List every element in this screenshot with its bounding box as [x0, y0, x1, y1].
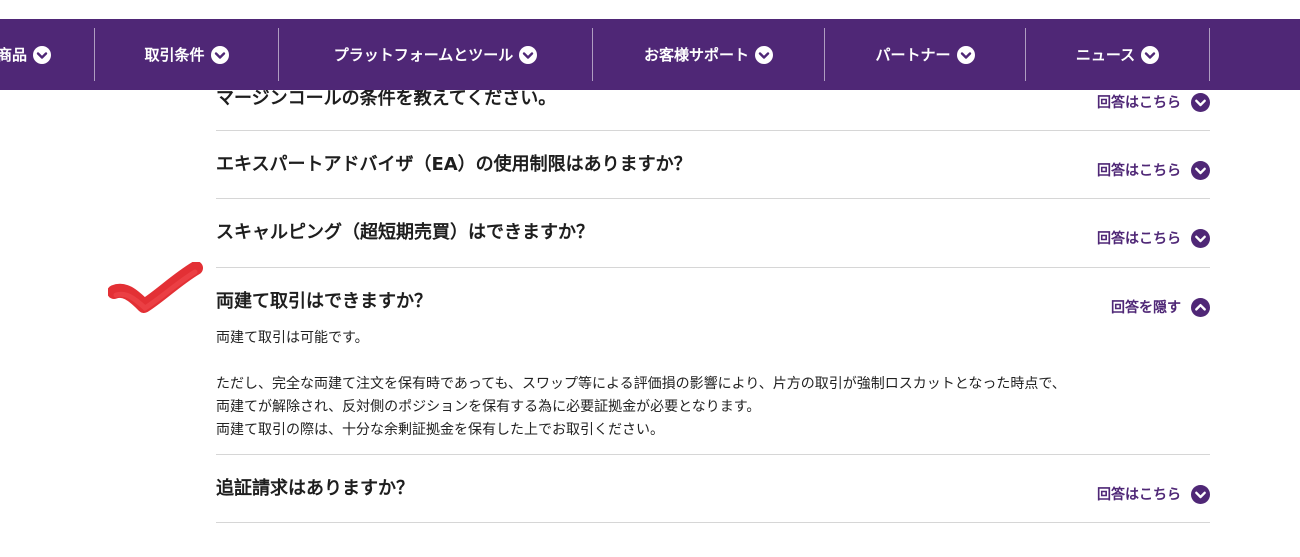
check-mark-icon [108, 262, 203, 313]
nav-item-partners[interactable]: パートナー [825, 19, 1025, 90]
chevron-down-icon [1191, 92, 1210, 112]
faq-answer: 両建て取引は可能です。 ただし、完全な両建て注文を保有時であっても、スワップ等に… [216, 327, 1216, 442]
nav-item-label: お客様サポート [643, 46, 749, 64]
faq-item[interactable]: スキャルピング（超短期売買）はできますか？ 回答はこちら [216, 218, 1210, 258]
nav-divider [1209, 28, 1210, 81]
faq-item[interactable]: エキスパートアドバイザ（EA）の使用制限はありますか？ 回答はこちら [216, 150, 1210, 190]
chevron-down-icon [1191, 484, 1210, 504]
answer-line: 両建てが解除され、反対側のポジションを保有する為に必要証拠金が必要となります。 [216, 399, 761, 415]
main-nav: 商品 取引条件 プラットフォームとツール お客様サポート パートナー ニュース [0, 19, 1300, 90]
faq-toggle-button[interactable]: 回答を隠す [1111, 297, 1210, 317]
chevron-down-icon [519, 45, 538, 64]
faq-toggle-button[interactable]: 回答はこちら [1097, 228, 1210, 248]
faq-toggle-button[interactable]: 回答はこちら [1097, 160, 1210, 180]
faq-divider [216, 198, 1210, 199]
faq-item[interactable]: マージンコールの条件を教えてください。 回答はこちら [216, 84, 1210, 124]
faq-toggle-label: 回答はこちら [1097, 231, 1181, 247]
nav-item-products[interactable]: 商品 [0, 19, 56, 90]
nav-item-customer-support[interactable]: お客様サポート [593, 19, 824, 90]
faq-question: スキャルピング（超短期売買）はできますか？ [216, 222, 594, 243]
nav-item-label: 商品 [0, 46, 27, 64]
faq-question: 追証請求はありますか？ [216, 478, 414, 499]
nav-item-platforms-tools[interactable]: プラットフォームとツール [279, 19, 592, 90]
faq-toggle-button[interactable]: 回答はこちら [1097, 484, 1210, 504]
faq-toggle-label: 回答はこちら [1097, 487, 1181, 503]
faq-question: 両建て取引はできますか？ [216, 291, 432, 312]
answer-line: ただし、完全な両建て注文を保有時であっても、スワップ等による評価損の影響により、… [216, 376, 1066, 392]
faq-divider [216, 454, 1210, 455]
chevron-down-icon [33, 45, 51, 64]
nav-item-news[interactable]: ニュース [1026, 19, 1209, 90]
faq-item-expanded[interactable]: 両建て取引はできますか？ 回答を隠す [216, 287, 1210, 323]
faq-toggle-label: 回答はこちら [1097, 95, 1181, 111]
faq-item[interactable]: 追証請求はありますか？ 回答はこちら [216, 474, 1210, 514]
faq-toggle-button[interactable]: 回答はこちら [1097, 92, 1210, 112]
chevron-down-icon [755, 45, 773, 64]
faq-divider [216, 522, 1210, 523]
chevron-down-icon [1141, 45, 1160, 64]
nav-item-label: ニュース [1075, 46, 1136, 64]
chevron-down-icon [210, 45, 229, 64]
chevron-down-icon [1191, 228, 1210, 248]
page: 商品 取引条件 プラットフォームとツール お客様サポート パートナー ニュース [0, 0, 1300, 557]
faq-divider [216, 267, 1210, 268]
nav-item-label: 取引条件 [144, 46, 205, 64]
answer-line: 両建て取引の際は、十分な余剰証拠金を保有した上でお取引ください。 [216, 422, 664, 438]
faq-divider [216, 130, 1210, 131]
faq-toggle-label: 回答を隠す [1111, 300, 1181, 316]
nav-item-trading-conditions[interactable]: 取引条件 [95, 19, 278, 90]
chevron-down-icon [956, 45, 975, 64]
faq-toggle-label: 回答はこちら [1097, 163, 1181, 179]
answer-line: 両建て取引は可能です。 [216, 330, 369, 346]
nav-item-label: プラットフォームとツール [333, 46, 514, 64]
chevron-up-icon [1191, 297, 1210, 317]
nav-item-label: パートナー [875, 46, 951, 64]
faq-question: エキスパートアドバイザ（EA）の使用制限はありますか？ [216, 154, 692, 175]
chevron-down-icon [1191, 160, 1210, 180]
